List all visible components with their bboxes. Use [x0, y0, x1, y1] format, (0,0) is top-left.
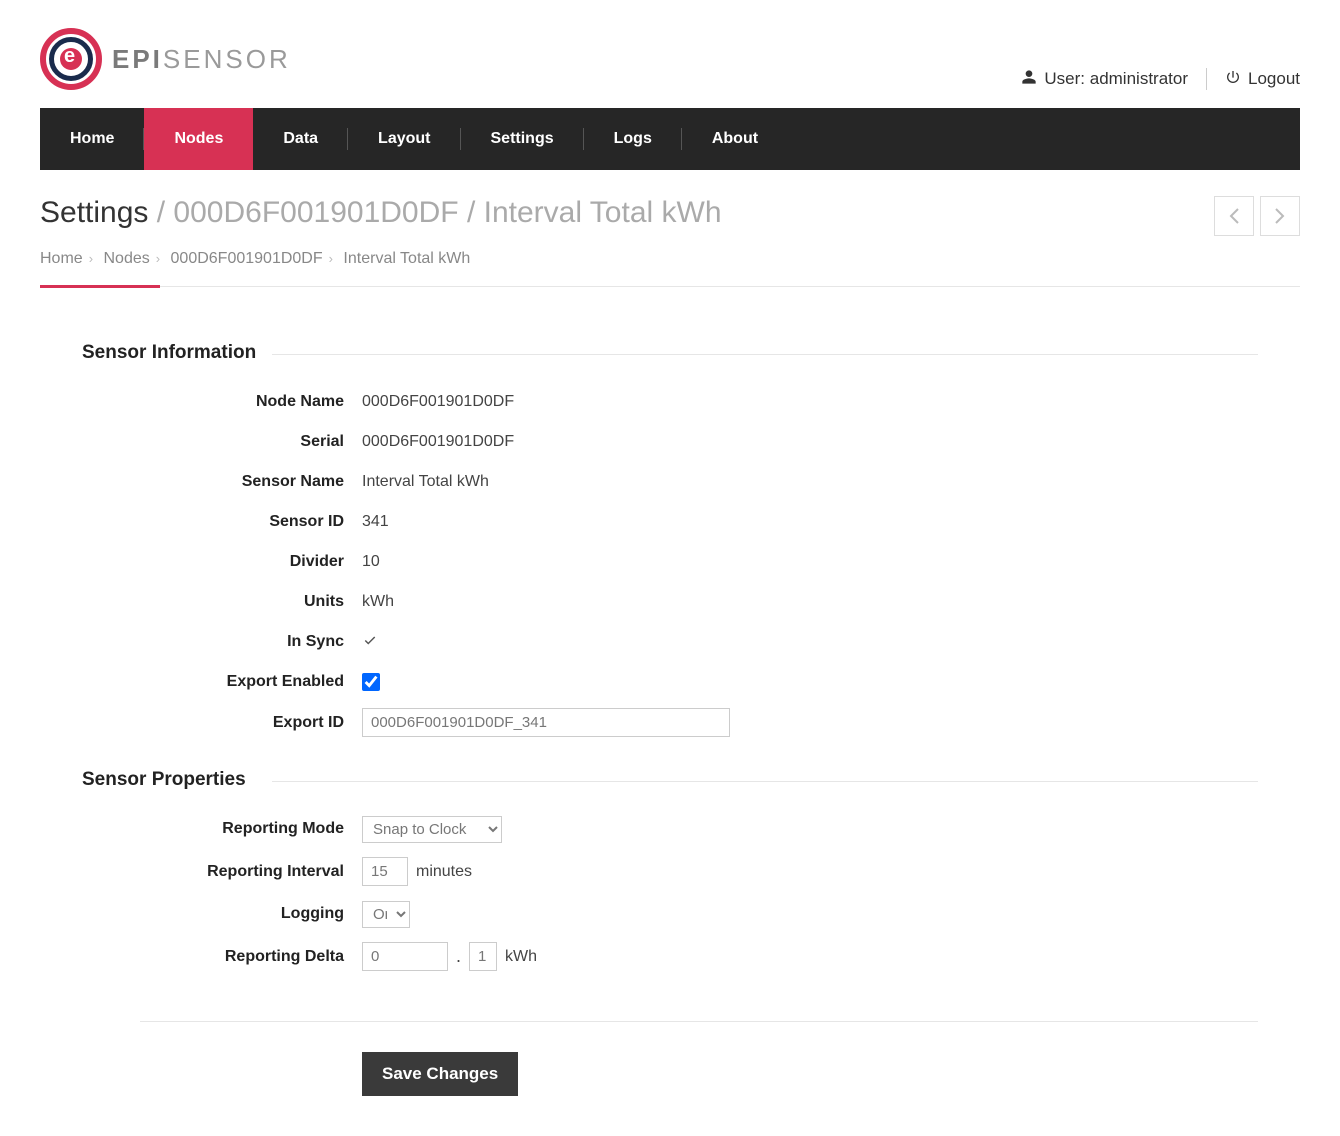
label-node-name: Node Name: [82, 393, 362, 411]
label-units: Units: [82, 593, 362, 611]
export-id-input[interactable]: [362, 708, 730, 737]
value-sensor-id: 341: [362, 513, 389, 531]
nav-item-nodes[interactable]: Nodes: [144, 108, 253, 170]
check-icon: [362, 633, 378, 652]
logo-text-light: SENSOR: [163, 44, 291, 74]
nav-item-about[interactable]: About: [682, 108, 788, 170]
logo: EPISENSOR: [40, 28, 291, 90]
page-title: Settings / 000D6F001901D0DF / Interval T…: [40, 196, 722, 230]
nav-item-logs[interactable]: Logs: [584, 108, 682, 170]
label-reporting-interval: Reporting Interval: [82, 863, 362, 881]
label-sensor-id: Sensor ID: [82, 513, 362, 531]
breadcrumb: Home› Nodes› 000D6F001901D0DF› Interval …: [40, 250, 1300, 268]
nav-item-data[interactable]: Data: [253, 108, 348, 170]
user-icon: [1021, 69, 1037, 90]
logging-select[interactable]: On: [362, 901, 410, 928]
label-export-enabled: Export Enabled: [82, 673, 362, 691]
user-name: administrator: [1090, 69, 1188, 88]
reporting-interval-input[interactable]: [362, 857, 408, 886]
breadcrumb-current: Interval Total kWh: [343, 250, 470, 267]
label-reporting-mode: Reporting Mode: [82, 820, 362, 838]
pager-prev[interactable]: [1214, 196, 1254, 236]
label-serial: Serial: [82, 433, 362, 451]
reporting-delta-unit: kWh: [505, 948, 537, 966]
nav-item-layout[interactable]: Layout: [348, 108, 460, 170]
label-in-sync: In Sync: [82, 633, 362, 651]
decimal-separator: .: [456, 946, 461, 967]
accent-bar: [40, 285, 160, 288]
label-reporting-delta: Reporting Delta: [82, 948, 362, 966]
export-enabled-checkbox[interactable]: [362, 673, 380, 691]
pager-next[interactable]: [1260, 196, 1300, 236]
value-sensor-name: Interval Total kWh: [362, 473, 489, 491]
section-heading-info: Sensor Information: [82, 342, 1258, 364]
reporting-interval-unit: minutes: [416, 863, 472, 881]
value-node-name: 000D6F001901D0DF: [362, 393, 514, 411]
logout-label: Logout: [1248, 69, 1300, 89]
reporting-delta-decimal-input[interactable]: [469, 942, 497, 971]
reporting-mode-select[interactable]: Snap to Clock: [362, 816, 502, 843]
power-icon: [1225, 69, 1241, 90]
user-prefix-label: User:: [1044, 69, 1085, 88]
breadcrumb-nodes[interactable]: Nodes: [103, 250, 149, 267]
user-indicator[interactable]: User: administrator: [1021, 69, 1188, 90]
logout-link[interactable]: Logout: [1225, 69, 1300, 90]
value-divider: 10: [362, 553, 380, 571]
nav-item-home[interactable]: Home: [40, 108, 144, 170]
breadcrumb-node[interactable]: 000D6F001901D0DF: [171, 250, 323, 267]
label-divider: Divider: [82, 553, 362, 571]
reporting-delta-whole-input[interactable]: [362, 942, 448, 971]
section-heading-props: Sensor Properties: [82, 769, 1258, 791]
label-export-id: Export ID: [82, 714, 362, 732]
save-button[interactable]: Save Changes: [362, 1052, 518, 1096]
nav-item-settings[interactable]: Settings: [461, 108, 584, 170]
logo-text-bold: EPI: [112, 44, 163, 74]
value-units: kWh: [362, 593, 394, 611]
label-sensor-name: Sensor Name: [82, 473, 362, 491]
main-nav: Home Nodes Data Layout Settings Logs Abo…: [40, 108, 1300, 170]
header-divider: [1206, 68, 1207, 90]
breadcrumb-home[interactable]: Home: [40, 250, 83, 267]
label-logging: Logging: [82, 905, 362, 923]
value-serial: 000D6F001901D0DF: [362, 433, 514, 451]
